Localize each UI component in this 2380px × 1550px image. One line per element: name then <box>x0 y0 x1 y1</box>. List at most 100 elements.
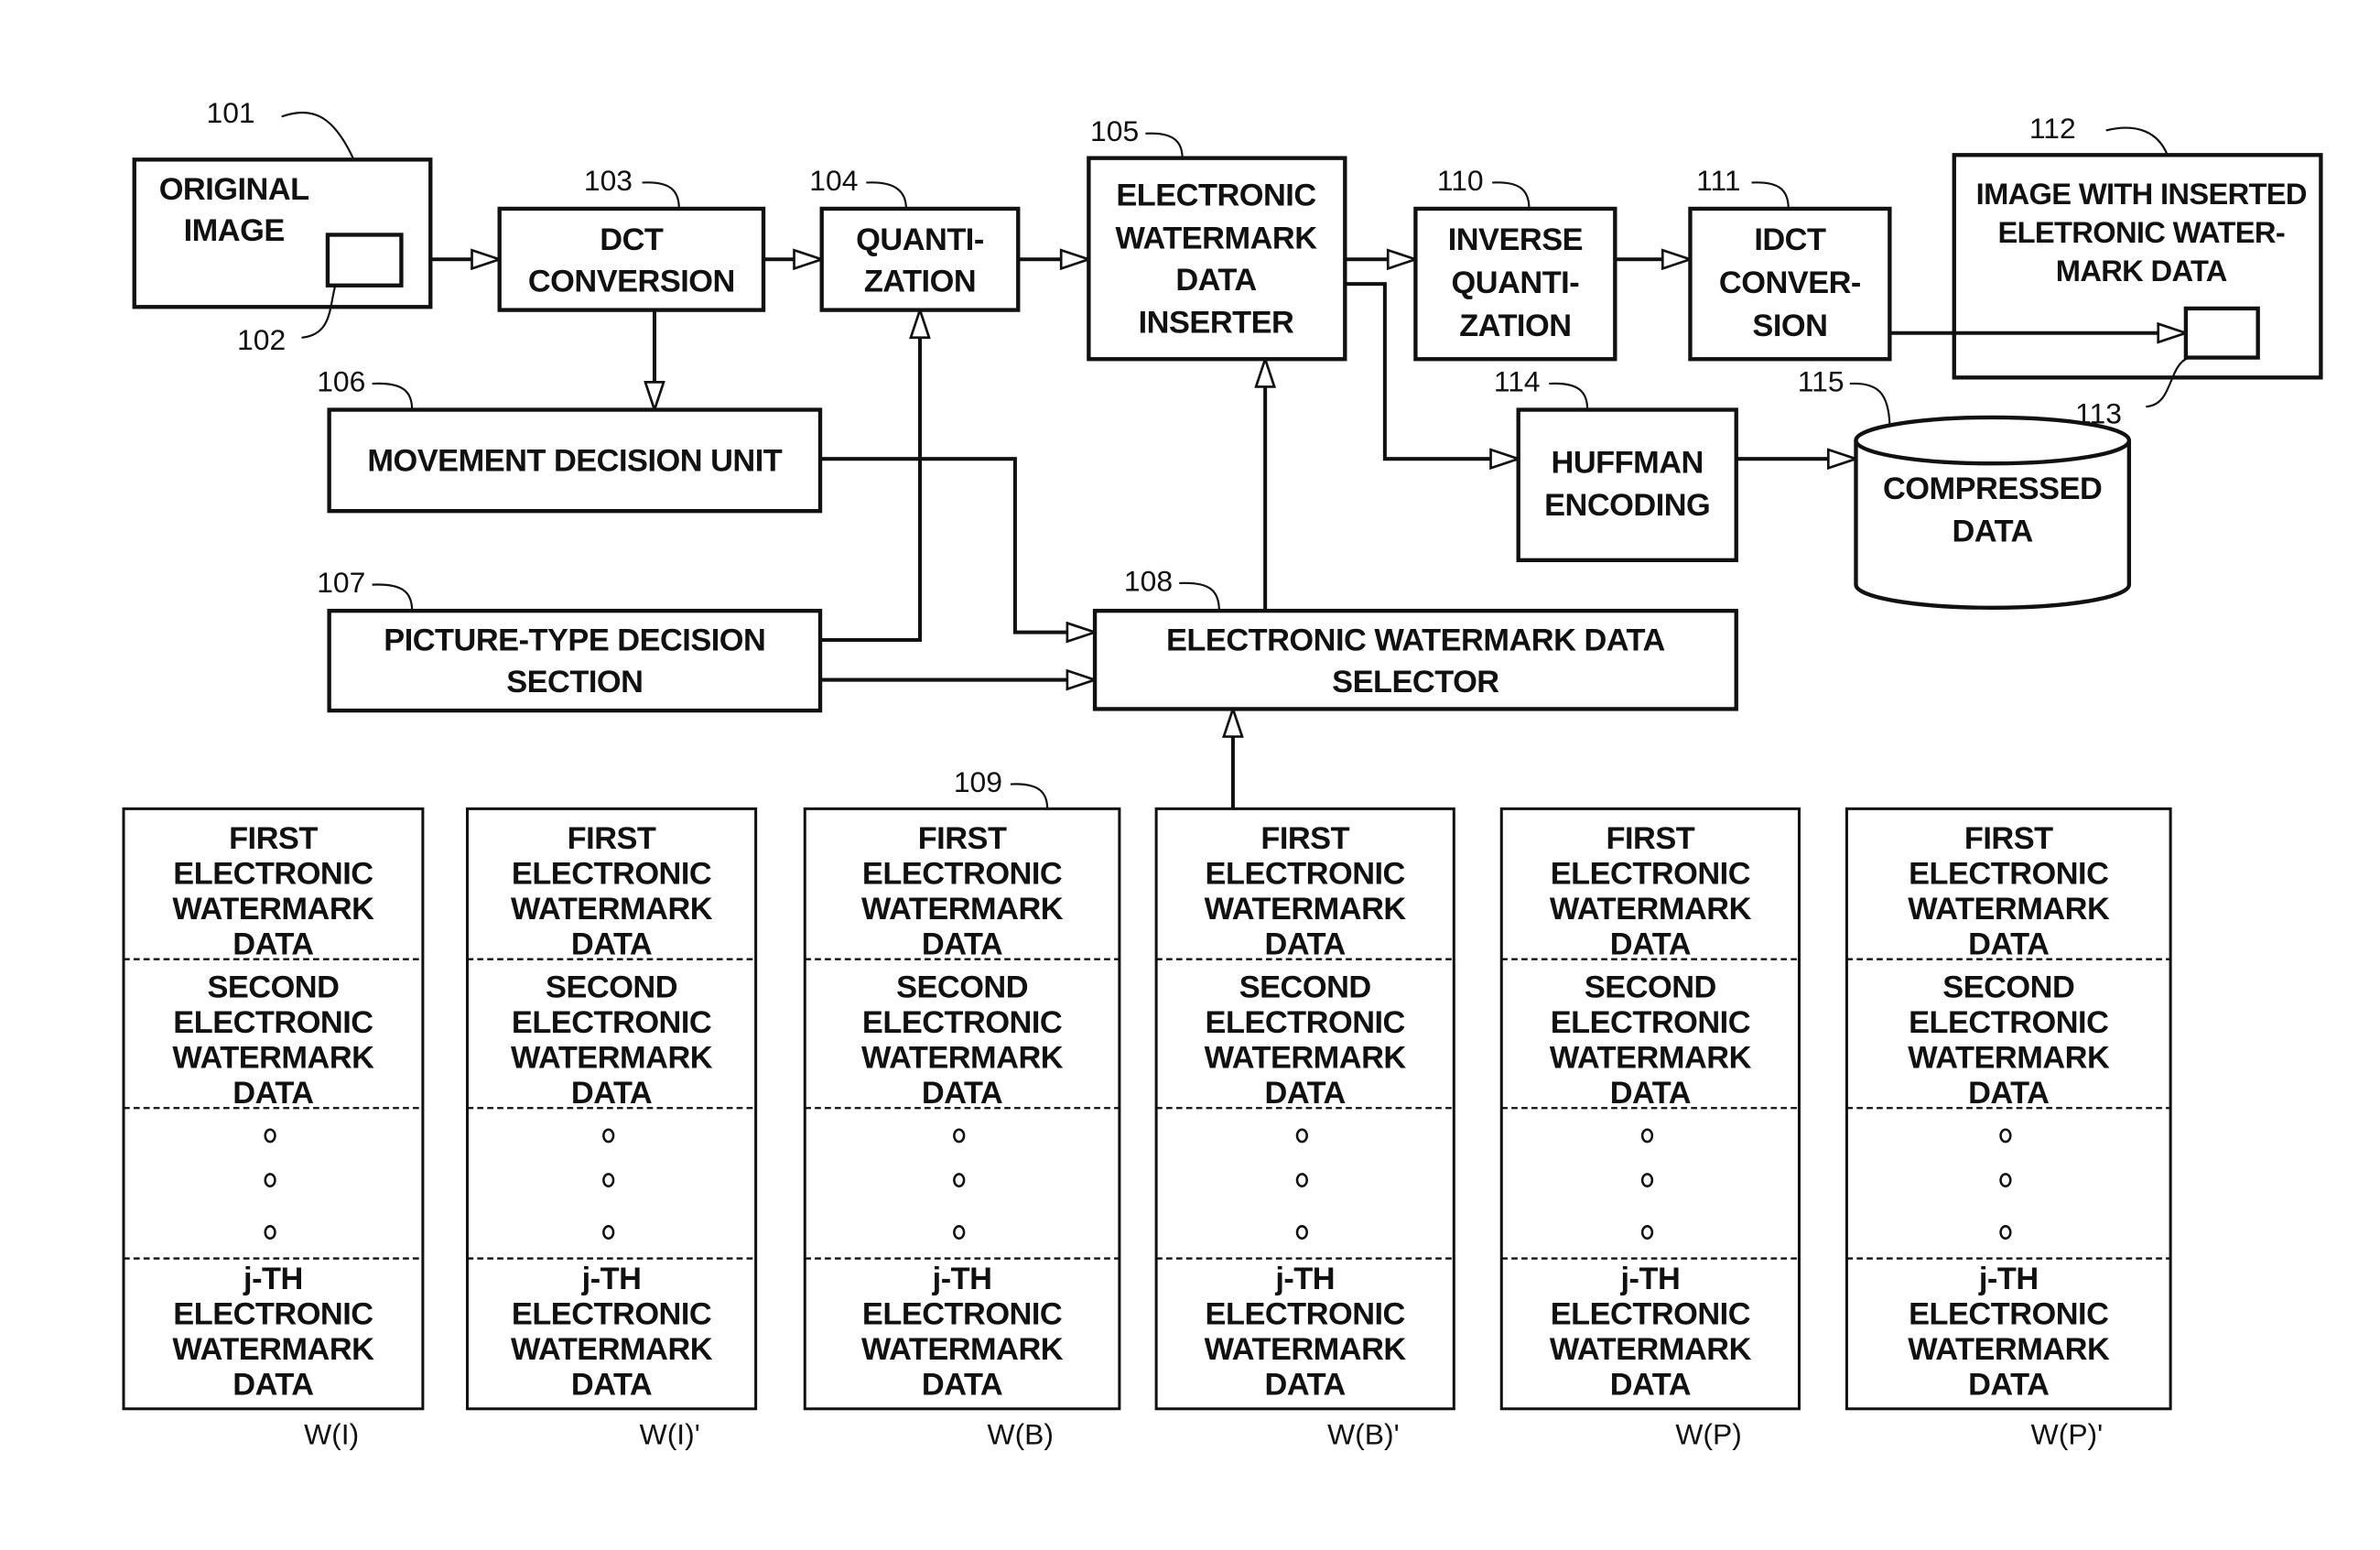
watermark-table: FIRSTELECTRONICWATERMARKDATASECONDELECTR… <box>803 807 1121 1450</box>
idct-label-line1: IDCT <box>1754 222 1826 257</box>
ellipsis-dot <box>1640 1128 1654 1144</box>
inverse-quant-label-line1: INVERSE <box>1448 222 1583 257</box>
cell-text-line: WATERMARK <box>1550 892 1752 927</box>
ref-102: 102 <box>237 323 286 356</box>
cell-text-line: DATA <box>1265 1368 1346 1403</box>
cell-text-line: ELECTRONIC <box>1551 1005 1750 1040</box>
huffman-label-line1: HUFFMAN <box>1552 445 1704 480</box>
cell-text-line: ELECTRONIC <box>173 857 373 892</box>
cell-text-line: WATERMARK <box>1908 1041 2110 1076</box>
quantization-label-line2: ZATION <box>864 264 976 298</box>
cell-text-line: DATA <box>922 927 1002 962</box>
watermark-inserter-block: ELECTRONIC WATERMARK DATA INSERTER <box>1087 156 1347 362</box>
selector-label-line2: SELECTOR <box>1332 665 1499 699</box>
dct-conversion-block: DCT CONVERSION <box>497 206 766 312</box>
cell-text-line: ELECTRONIC <box>862 1297 1062 1332</box>
cell-text-line: j-TH <box>581 1262 642 1296</box>
cell-text-line: WATERMARK <box>861 1332 1064 1367</box>
ref-110: 110 <box>1437 164 1484 197</box>
leader-103 <box>642 181 680 209</box>
cell-text-line: ELECTRONIC <box>1551 857 1750 892</box>
cell-text-line: DATA <box>922 1076 1002 1111</box>
cell-text-line: DATA <box>233 1076 313 1111</box>
original-image-label-line1: ORIGINAL <box>159 172 309 207</box>
cell-text-line: DATA <box>1610 1076 1691 1111</box>
compressed-label-line2: DATA <box>1953 515 2033 549</box>
cell-text-line: WATERMARK <box>511 892 713 927</box>
huffman-label-line2: ENCODING <box>1544 488 1710 523</box>
dct-label-line1: DCT <box>600 222 664 257</box>
watermark-block-diagram: ORIGINAL IMAGE 101 102 DCT CONVERSION 10… <box>122 96 2323 1450</box>
cell-text-line: ELECTRONIC <box>1551 1297 1750 1332</box>
cell-text-line: WATERMARK <box>172 892 374 927</box>
leader-115 <box>1849 382 1891 424</box>
leader-101 <box>281 111 355 160</box>
inverse-quant-label-line2: QUANTI- <box>1452 266 1580 300</box>
cell-text-line: DATA <box>922 1368 1002 1403</box>
cell-text-line: j-TH <box>243 1262 303 1296</box>
output-image-label-line1: IMAGE WITH INSERTED <box>1976 177 2307 211</box>
cell-text-line: DATA <box>1968 1076 2049 1111</box>
table-caption: W(I) <box>304 1417 359 1450</box>
image-block-102 <box>325 233 404 287</box>
inserter-label-line4: INSERTER <box>1139 306 1294 341</box>
cell-text-line: SECOND <box>1585 970 1716 1005</box>
cell-text-line: ELECTRONIC <box>862 857 1062 892</box>
table-caption: W(B)' <box>1327 1417 1400 1450</box>
cell-text-line: SECOND <box>546 970 677 1005</box>
cell-text-line: ELECTRONIC <box>1909 1297 2108 1332</box>
cell-text-line: SECOND <box>1239 970 1371 1005</box>
watermark-table: FIRSTELECTRONICWATERMARKDATASECONDELECTR… <box>465 807 758 1450</box>
ellipsis-dot <box>1999 1173 2012 1187</box>
cell-text-line: WATERMARK <box>861 892 1064 927</box>
quantization-block: QUANTI- ZATION <box>819 206 1021 312</box>
ref-103: 103 <box>584 164 633 197</box>
cell-text-line: ELECTRONIC <box>512 1005 711 1040</box>
cell-text-line: ELECTRONIC <box>1206 857 1405 892</box>
cell-text-line: DATA <box>571 927 652 962</box>
cell-text-line: SECOND <box>896 970 1028 1005</box>
ref-104: 104 <box>809 164 858 197</box>
cell-text-line: DATA <box>1968 1368 2049 1403</box>
cell-text-line: WATERMARK <box>172 1041 374 1076</box>
ellipsis-dot <box>953 1225 966 1240</box>
ellipsis-dot <box>1999 1128 2012 1144</box>
quantization-label-line1: QUANTI- <box>856 222 984 257</box>
cell-text-line: ELECTRONIC <box>1206 1297 1405 1332</box>
cell-text-line: ELECTRONIC <box>1909 857 2108 892</box>
cell-text-line: WATERMARK <box>1550 1041 1752 1076</box>
watermark-table: FIRSTELECTRONICWATERMARKDATASECONDELECTR… <box>1499 807 1801 1450</box>
leader-111 <box>1751 181 1790 209</box>
leader-109 <box>1010 783 1049 809</box>
ellipsis-dot <box>602 1173 615 1187</box>
watermark-table: FIRSTELECTRONICWATERMARKDATASECONDELECTR… <box>1844 807 2172 1450</box>
ellipsis-dot <box>602 1225 615 1240</box>
cell-text-line: ELECTRONIC <box>1909 1005 2108 1040</box>
ellipsis-dot <box>264 1225 276 1240</box>
inverse-quant-label-line3: ZATION <box>1459 309 1571 343</box>
table-caption: W(P)' <box>2031 1417 2104 1450</box>
output-image-block: IMAGE WITH INSERTED ELETRONIC WATER- MAR… <box>1952 153 2323 380</box>
image-block-113 <box>2183 306 2260 360</box>
leader-108 <box>1179 581 1220 612</box>
cell-text-line: ELECTRONIC <box>512 1297 711 1332</box>
ref-109: 109 <box>954 765 1002 798</box>
cell-text-line: DATA <box>1610 927 1691 962</box>
cell-text-line: ELECTRONIC <box>173 1005 373 1040</box>
cell-text-line: j-TH <box>932 1262 992 1296</box>
leader-106 <box>372 382 414 410</box>
cell-text-line: FIRST <box>229 821 318 856</box>
ref-108: 108 <box>1124 564 1173 597</box>
inserter-label-line3: DATA <box>1175 263 1256 298</box>
movement-label: MOVEMENT DECISION UNIT <box>367 444 782 479</box>
leader-110 <box>1492 181 1531 209</box>
cell-text-line: SECOND <box>1942 970 2074 1005</box>
arrow-106-to-108 <box>820 457 1095 632</box>
cell-text-line: FIRST <box>1964 821 2053 856</box>
ellipsis-dot <box>1295 1225 1308 1240</box>
ellipsis-dot <box>1640 1173 1654 1187</box>
compressed-label-line1: COMPRESSED <box>1883 472 2102 506</box>
cell-text-line: WATERMARK <box>511 1332 713 1367</box>
cell-text-line: FIRST <box>568 821 656 856</box>
cell-text-line: WATERMARK <box>1205 892 1407 927</box>
